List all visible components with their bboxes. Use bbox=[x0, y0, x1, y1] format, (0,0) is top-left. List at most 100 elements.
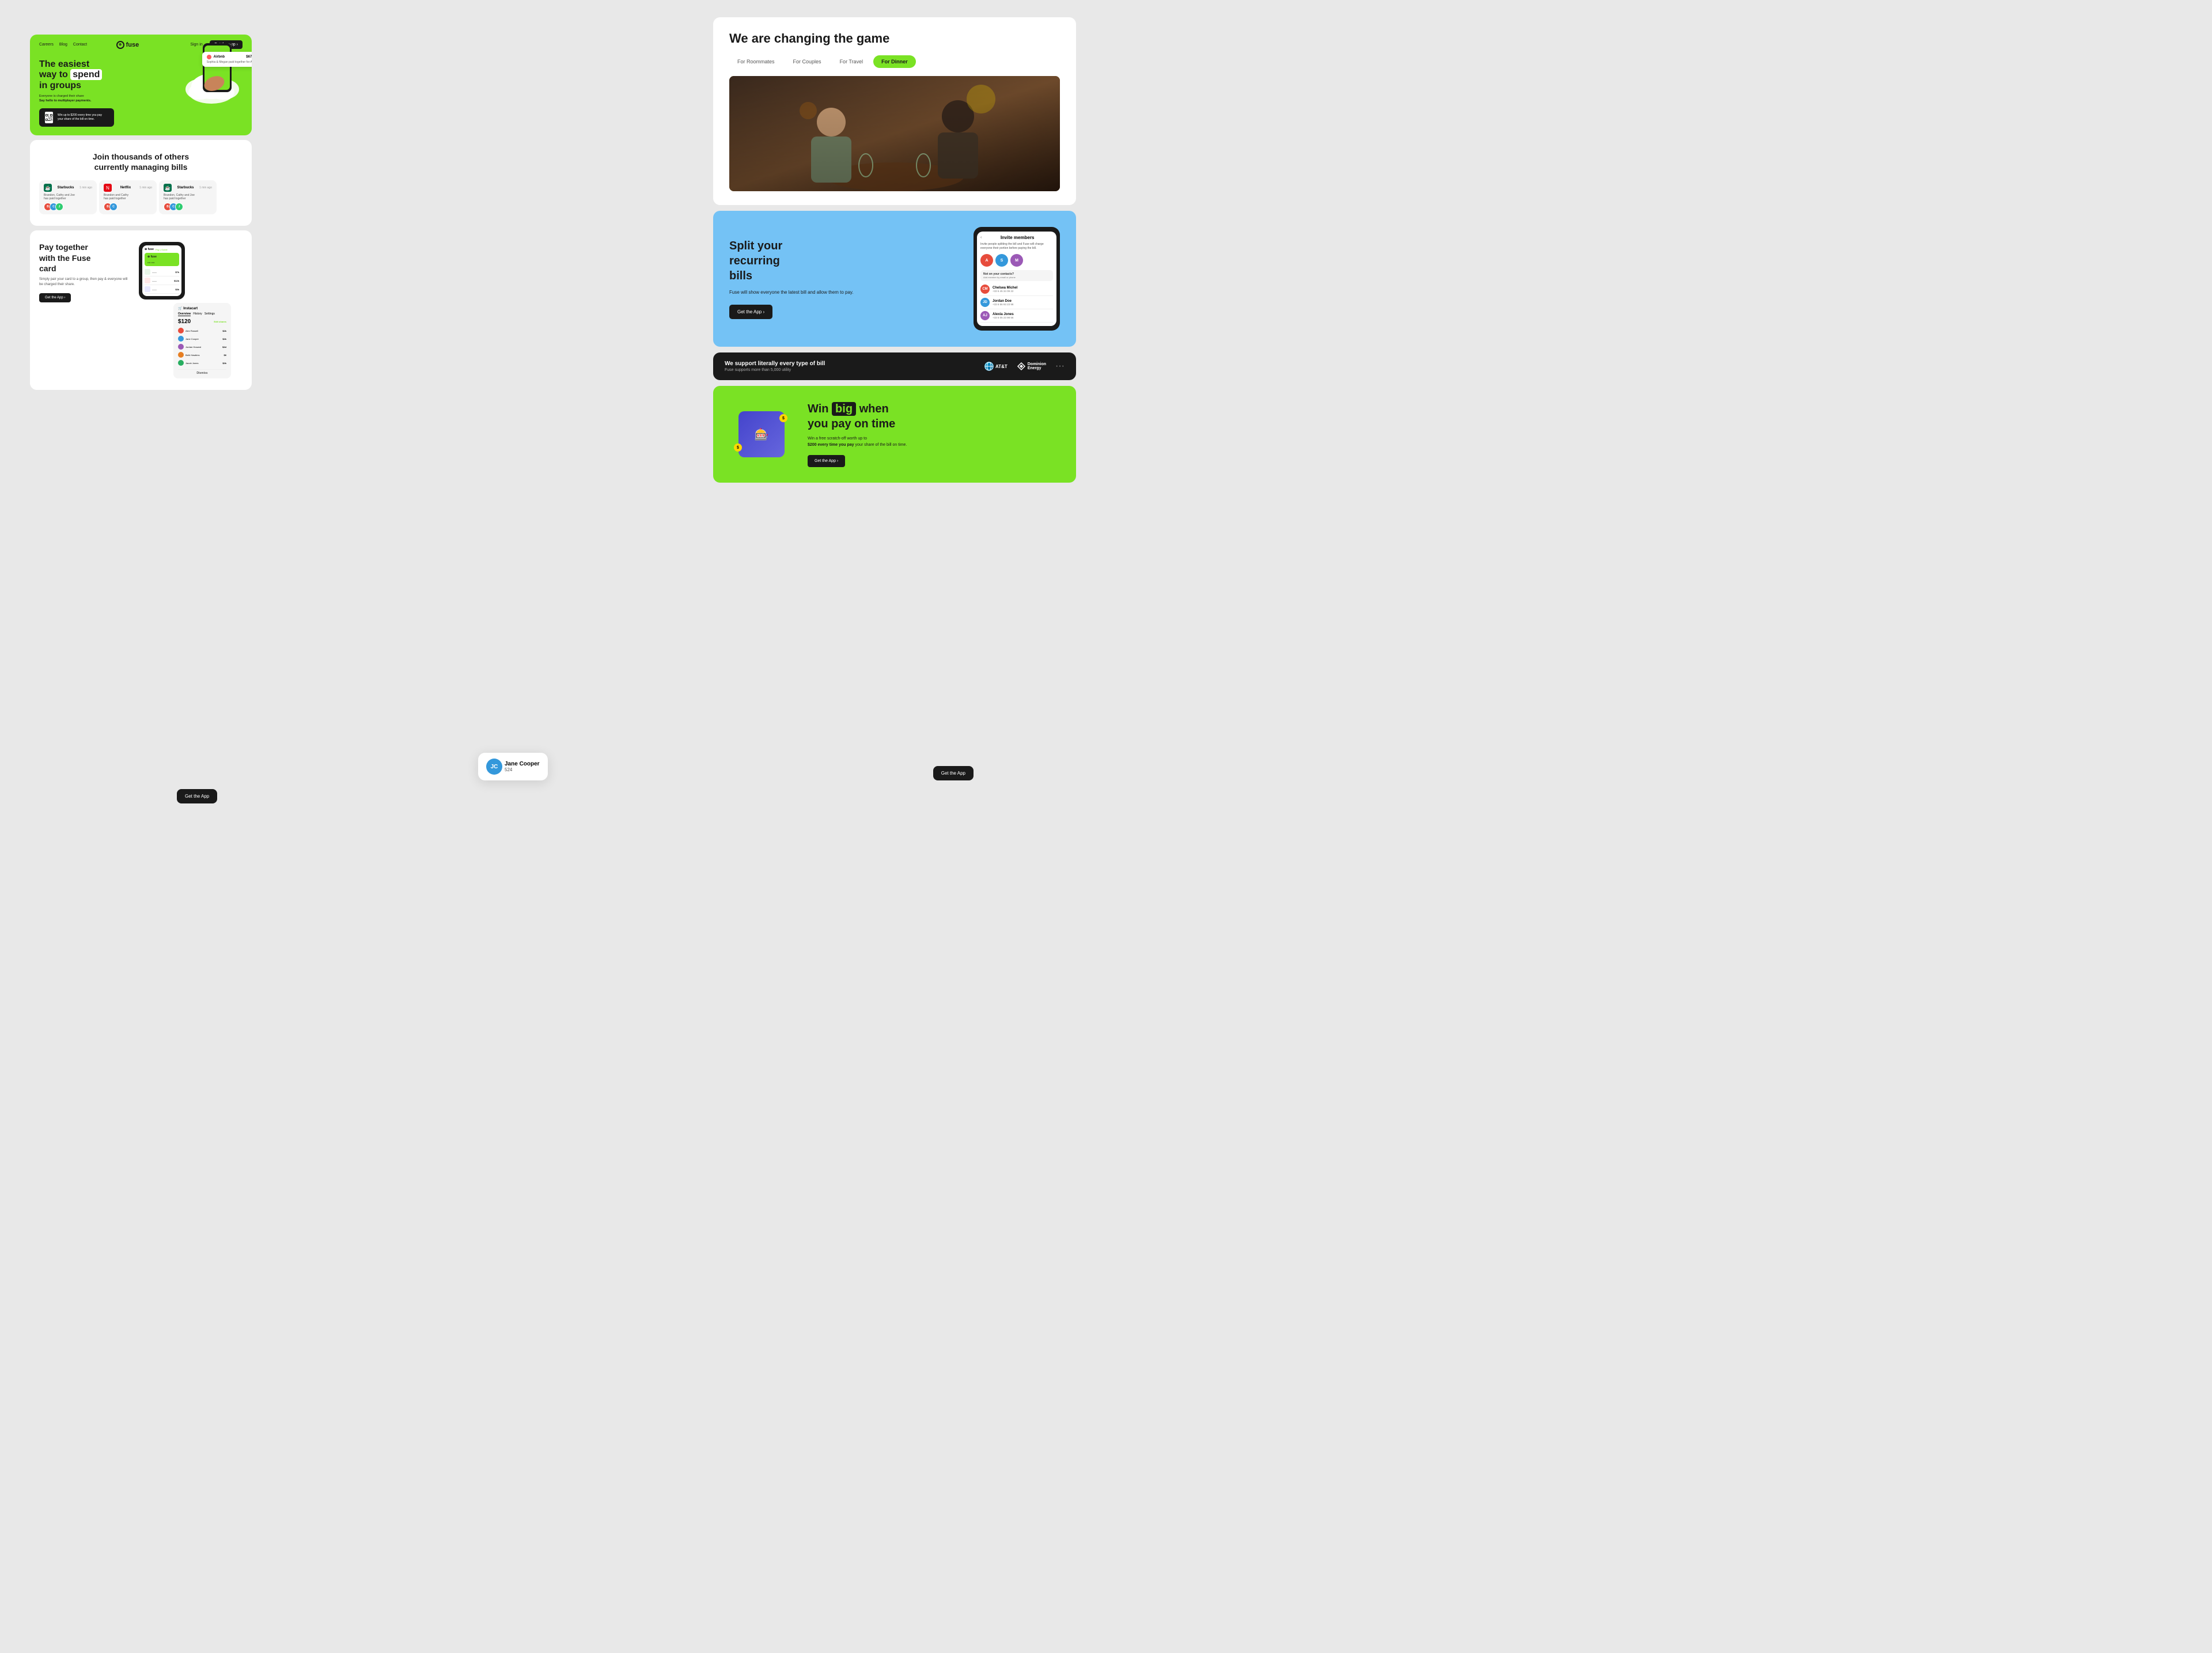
instacart-title: 🛒 Instacart bbox=[178, 306, 226, 310]
dismiss-btn[interactable]: Dismiss bbox=[178, 369, 226, 375]
instacart-tabs: Overview History Settings bbox=[178, 312, 226, 316]
bill-item-time: 1 min ago bbox=[79, 186, 92, 189]
edit-shares[interactable]: Edit shares bbox=[214, 320, 226, 323]
support-text: We support literally every type of bill … bbox=[725, 361, 973, 372]
tab-roommates[interactable]: For Roommates bbox=[729, 55, 783, 68]
nav-blog[interactable]: Blog bbox=[59, 43, 67, 47]
starbucks-icon-2: ☕ bbox=[164, 184, 172, 192]
bill-item-header: N Netflix 1 min ago bbox=[104, 184, 152, 192]
logo-icon: ⊕ bbox=[116, 41, 124, 49]
row-amount: $3k bbox=[175, 288, 179, 291]
instacart-people: Alex Russell $2k Jane Cooper $2k Jordan … bbox=[178, 327, 226, 367]
nav-contact[interactable]: Contact bbox=[73, 43, 87, 47]
instacart-card-container: 🛒 Instacart Overview History Settings $1… bbox=[173, 303, 243, 378]
contact-avatar: AJ bbox=[980, 311, 990, 320]
person-name: Jacob Jones bbox=[185, 362, 221, 365]
tab-dinner[interactable]: For Dinner bbox=[873, 55, 916, 68]
split-left: Split your recurring bills Fuse will sho… bbox=[729, 238, 962, 319]
bill-item-time: 1 min ago bbox=[139, 186, 152, 189]
row-icon bbox=[145, 278, 150, 283]
bill-item-starbucks-1: ☕ Starbucks 1 min ago Brandon, Cathy and… bbox=[39, 180, 97, 214]
overview-tab[interactable]: Overview bbox=[178, 312, 191, 316]
att-text: AT&T bbox=[995, 364, 1007, 369]
left-column: Careers Blog Contact ⊕ fuse Sign in Get … bbox=[30, 35, 252, 390]
person-avatar bbox=[178, 336, 184, 342]
jane-cooper-amount: 524 bbox=[505, 767, 540, 772]
bill-item-starbucks-2: ☕ Starbucks 1 min ago Brandon, Cathy and… bbox=[159, 180, 217, 214]
starbucks-icon: ☕ bbox=[44, 184, 52, 192]
airbnb-card-header: Airbnb $675.90 bbox=[207, 55, 252, 59]
support-title: We support literally every type of bill bbox=[725, 361, 973, 367]
svg-text:$: $ bbox=[229, 40, 233, 48]
bill-item-avatars: B C J bbox=[44, 203, 92, 211]
back-arrow[interactable]: ‹ bbox=[980, 236, 982, 240]
airbnb-name: Airbnb bbox=[214, 55, 225, 59]
pay-together-section: Pay together with the Fuse card Simply p… bbox=[30, 230, 252, 390]
pay-desc: Simply pair your card to a group, then p… bbox=[39, 277, 132, 287]
contact-row-jordan: JD Jordan Doe +33 6 56 93 23 98 bbox=[980, 296, 1053, 309]
join-title: Join thousands of others currently manag… bbox=[39, 151, 243, 172]
bottom-get-app-right-button[interactable]: Get the App bbox=[933, 766, 974, 780]
pay-title: Pay together with the Fuse card bbox=[39, 242, 132, 274]
airbnb-desc: Sophia & Megan paid together for Airbnb bbox=[207, 60, 252, 64]
tab-couples[interactable]: For Couples bbox=[785, 55, 830, 68]
app-rows: —— $7k —— $12k —— $3k bbox=[145, 268, 179, 294]
contact-avatar: JD bbox=[980, 298, 990, 307]
hero-content: The easiest way to spend in groups Every… bbox=[30, 55, 252, 131]
dominion-text: DominionEnergy bbox=[1028, 362, 1046, 370]
nav-links: Careers Blog Contact bbox=[39, 43, 87, 47]
pay-cta-button[interactable]: Get the App › bbox=[39, 293, 71, 302]
dominion-logo: DominionEnergy bbox=[1017, 362, 1046, 371]
pay-guide-tabs: Pay | Guide bbox=[156, 248, 168, 251]
invite-title: Invite members bbox=[1001, 235, 1035, 240]
history-tab[interactable]: History bbox=[193, 312, 202, 316]
jane-cooper-avatar: JC bbox=[486, 759, 502, 775]
card-number: •••• •••• bbox=[147, 261, 176, 264]
contact-row-chelsea: CM Chelsea Michel +33 6 45 34 09 22 bbox=[980, 283, 1053, 296]
bill-item-name: Starbucks bbox=[58, 186, 74, 189]
fuse-phone-mockup: ⊕ fuse Pay | Guide ⊕ fuse •••• •••• —— $… bbox=[139, 242, 185, 299]
invite-avatar: M bbox=[1010, 254, 1023, 267]
avatar: J bbox=[175, 203, 183, 211]
airbnb-card: Airbnb $675.90 Sophia & Megan paid toget… bbox=[202, 52, 252, 67]
pay-right: ⊕ fuse Pay | Guide ⊕ fuse •••• •••• —— $… bbox=[139, 242, 243, 378]
row-text: —— bbox=[152, 271, 173, 274]
contact-phone: +33 6 05 23 98 56 bbox=[993, 316, 1053, 319]
invite-avatar: S bbox=[995, 254, 1008, 267]
fuse-logo: ⊕ fuse bbox=[116, 41, 139, 49]
split-cta-button[interactable]: Get the App › bbox=[729, 305, 772, 319]
win-content: Win big when you pay on time Win a free … bbox=[808, 401, 1062, 467]
row-text: —— bbox=[152, 279, 172, 282]
win-title: Win big when you pay on time bbox=[808, 401, 1062, 431]
fuse-card: ⊕ fuse •••• •••• bbox=[145, 253, 179, 266]
win-desc: Win a free scratch-off worth up to $200 … bbox=[808, 436, 1062, 448]
changing-game-section: We are changing the game For Roommates F… bbox=[713, 17, 1076, 205]
svg-text:✦: ✦ bbox=[188, 53, 193, 59]
jane-cooper-badge: JC Jane Cooper 524 bbox=[478, 753, 548, 780]
insta-row: Jane Cooper $2k bbox=[178, 335, 226, 343]
coin-2: $ bbox=[734, 443, 742, 452]
bill-item-header: ☕ Starbucks 1 min ago bbox=[164, 184, 212, 192]
join-section: Join thousands of others currently manag… bbox=[30, 140, 252, 226]
person-name: Jane Cooper bbox=[185, 338, 221, 340]
contact-phone: +33 6 56 93 23 98 bbox=[993, 303, 1053, 306]
person-avatar bbox=[178, 328, 184, 333]
contact-phone: +33 6 45 34 09 22 bbox=[993, 290, 1053, 293]
netflix-icon: N bbox=[104, 184, 112, 192]
bottom-get-app-left-button[interactable]: Get the App bbox=[177, 789, 217, 803]
instacart-card: 🛒 Instacart Overview History Settings $1… bbox=[173, 303, 231, 378]
reward-text: Win up to $200 every time you pay your s… bbox=[58, 113, 108, 122]
hero-phone-illustration: $ ✦ ✦ bbox=[165, 35, 252, 115]
settings-tab[interactable]: Settings bbox=[204, 312, 215, 316]
tabs-row: For Roommates For Couples For Travel For… bbox=[729, 55, 1060, 68]
person-name: Beth Hawkins bbox=[185, 354, 222, 357]
tab-travel[interactable]: For Travel bbox=[832, 55, 872, 68]
person-amount: $2d bbox=[222, 346, 226, 348]
pay-left: Pay together with the Fuse card Simply p… bbox=[39, 242, 132, 302]
win-cta-button[interactable]: Get the App › bbox=[808, 455, 845, 467]
person-avatar bbox=[178, 360, 184, 366]
bill-item-desc: Brandon and Cathyhas paid together bbox=[104, 194, 152, 200]
nav-careers[interactable]: Careers bbox=[39, 43, 54, 47]
card-text: ⊕ fuse bbox=[147, 255, 176, 259]
split-phone-screen: ‹ Invite members Invite people splitting… bbox=[977, 232, 1056, 326]
